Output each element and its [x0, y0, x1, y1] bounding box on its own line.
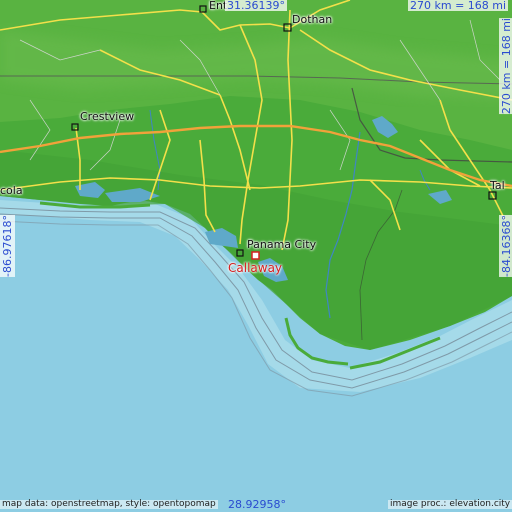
north-bound-label: 31.36139°: [225, 0, 287, 12]
city-label-pensacola: cola: [0, 184, 23, 197]
target-place-label: Callaway: [228, 261, 283, 275]
map-data-credit: map data: openstreetmap, style: opentopo…: [0, 499, 218, 509]
scale-horizontal-label: 270 km = 168 mi: [408, 0, 509, 12]
east-bound-label: -84.16368°: [499, 215, 512, 277]
south-bound-label: 28.92958°: [228, 498, 286, 511]
callaway-marker-icon: [251, 251, 260, 260]
city-label-crestview: Crestview: [80, 110, 135, 123]
map[interactable]: Dothan Ent Crestview cola Panama City Ta…: [0, 0, 512, 512]
scale-vertical-label: 270 km = 168 mi: [499, 18, 512, 115]
map-canvas: [0, 0, 512, 512]
city-label-tallahassee: Tal: [490, 179, 505, 192]
west-bound-label: -86.97618°: [0, 215, 15, 277]
image-proc-credit: image proc.: elevation.city: [388, 499, 512, 509]
city-label-dothan: Dothan: [292, 13, 333, 26]
city-label-panama-city: Panama City: [247, 238, 317, 251]
